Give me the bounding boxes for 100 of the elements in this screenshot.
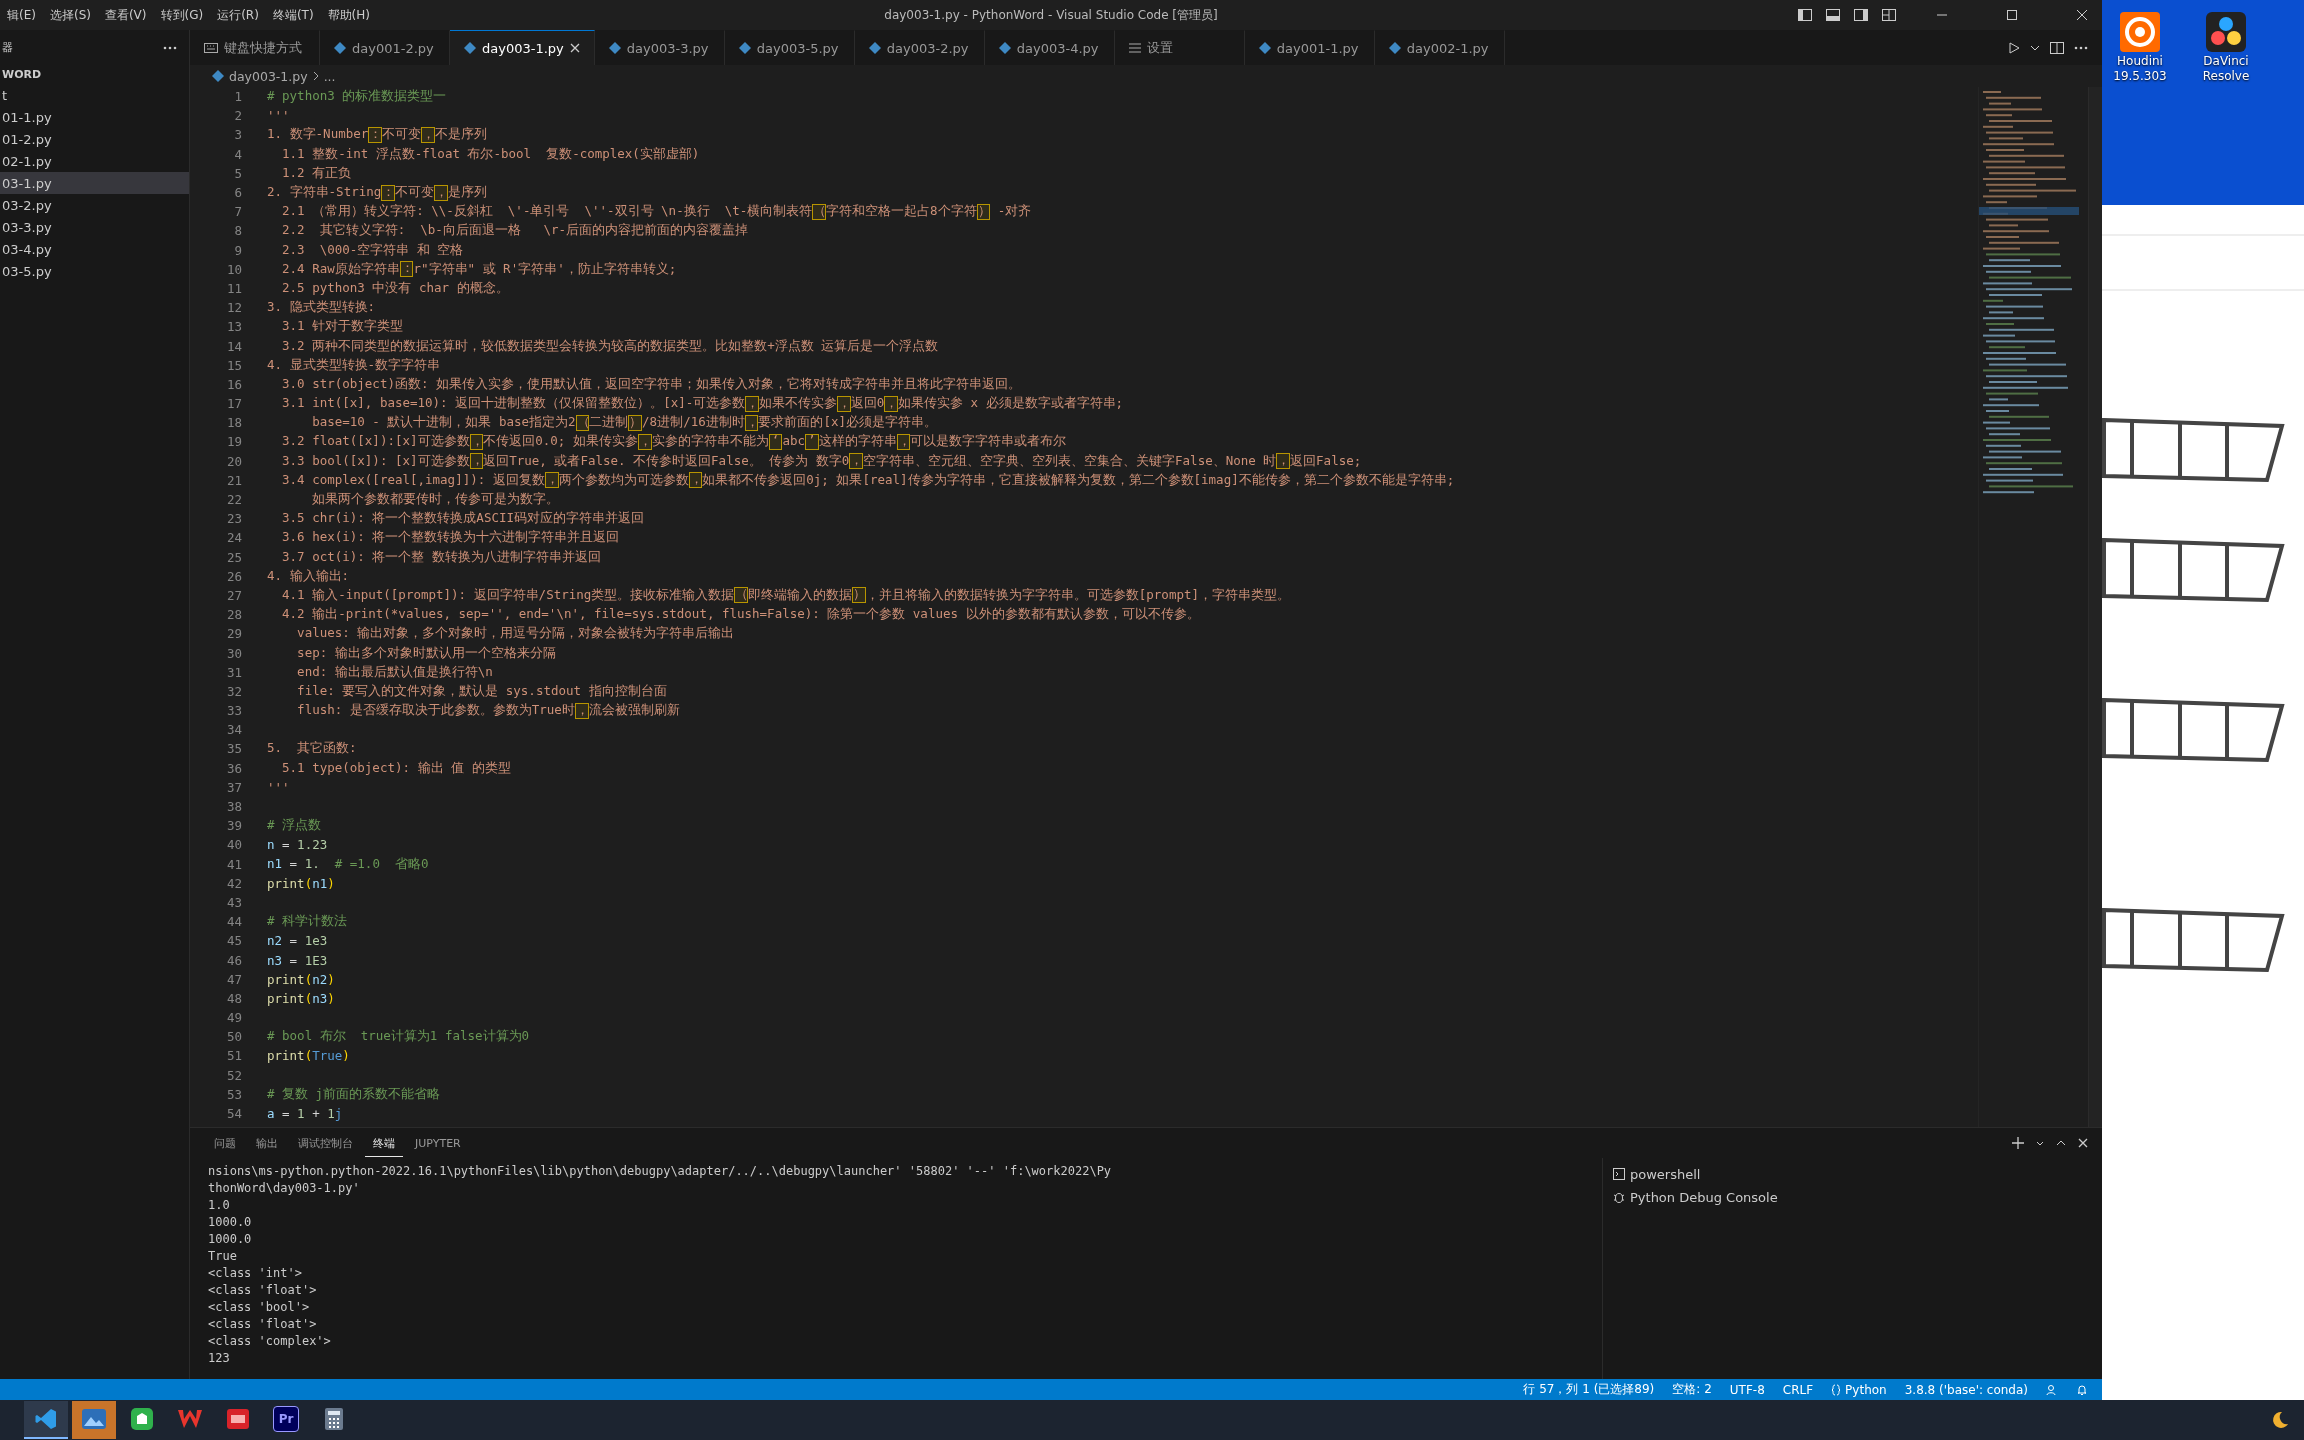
- code-line: # python3 的标准数据类型一: [267, 88, 447, 106]
- menu-item[interactable]: 辑(E): [0, 6, 43, 24]
- menu-item[interactable]: 帮助(H): [320, 6, 377, 24]
- moon-icon[interactable]: [2270, 1410, 2290, 1430]
- panel-tab[interactable]: 输出: [248, 1129, 286, 1157]
- line-number: 13: [225, 319, 242, 335]
- line-number: 1: [233, 89, 242, 105]
- line-number: 48: [225, 990, 242, 1006]
- keyboard-icon: [204, 43, 218, 53]
- line-number: 5: [233, 165, 242, 181]
- menu-item[interactable]: 查看(V): [97, 6, 154, 24]
- close-icon[interactable]: [569, 43, 580, 53]
- file-item[interactable]: 03-2.py: [0, 194, 189, 216]
- status-item[interactable]: 空格: 2: [1672, 1381, 1712, 1398]
- code-line: 3.4 complex([real[,imag]]): 返回复数，两个参数均为可选参数，如果都不传参返回0j; 如果[real]传参为字符串，它直接被解释为复数，第二个参数[imag]不能传参，第二个参数不能是字符串;: [281, 471, 1455, 489]
- panel-tab[interactable]: 问题: [206, 1129, 244, 1157]
- status-item[interactable]: CRLF: [1782, 1382, 1814, 1397]
- code-line: 1.1 整数-int 浮点数-float 布尔-bool 复数-complex(实部虚部): [281, 145, 700, 163]
- terminal-line: True: [208, 1249, 238, 1265]
- terminal-line: thonWord\day003-1.py': [208, 1181, 361, 1197]
- line-number: 29: [225, 626, 242, 642]
- code-line: end: 输出最后默认值是换行符\n: [296, 663, 493, 681]
- code-line: # 科学计数法: [267, 913, 348, 931]
- line-number: 45: [225, 933, 242, 949]
- chevron-down-icon[interactable]: [2030, 44, 2040, 51]
- line-number: 17: [225, 396, 242, 412]
- layout-icon[interactable]: [1882, 9, 1896, 21]
- line-number: 44: [225, 914, 242, 930]
- plus-icon[interactable]: [2012, 1137, 2024, 1149]
- code-line: 4.1 输入-input([prompt]): 返回字符串/String类型。接收标准输入数据（即终端输入的数据），并且将输入的数据转换为字字符串。可选参数[prompt]，字符串类型。: [281, 586, 1290, 604]
- panel-tab[interactable]: 终端: [365, 1129, 403, 1157]
- panel-toggle-icon[interactable]: [1826, 9, 1840, 21]
- file-item[interactable]: 03-4.py: [0, 238, 189, 260]
- calculator-icon: [324, 1407, 344, 1431]
- close-icon[interactable]: [2078, 1138, 2088, 1148]
- panel-tab[interactable]: JUPYTER: [407, 1130, 469, 1156]
- line-number: 24: [225, 530, 242, 546]
- person-icon[interactable]: [2046, 1383, 2058, 1396]
- chevron-up-icon[interactable]: [2056, 1140, 2066, 1146]
- code-line: print(n3): [267, 990, 335, 1006]
- more-icon[interactable]: [163, 45, 177, 50]
- code-line: 2.4 Raw原始字符串：r"字符串" 或 R'字符串'，防止字符串转义;: [281, 260, 677, 278]
- line-number: 31: [225, 664, 242, 680]
- code-line: # 复数 j前面的系数不能省略: [267, 1085, 441, 1103]
- desktop-icon-label[interactable]: Houdini 19.5.303: [2113, 54, 2167, 84]
- code-line: 3. 隐式类型转换:: [267, 299, 376, 317]
- terminal-item[interactable]: Python Debug Console: [1613, 1187, 2092, 1207]
- code-line: a = 1 + 1j: [267, 1106, 343, 1122]
- play-icon[interactable]: [2008, 41, 2020, 54]
- folder-title[interactable]: WORD: [0, 65, 189, 84]
- code-line: 3.3 bool([x]): [x]可选参数，返回True, 或者False. 不传参时返回False。 传参为 数字0，空字符串、空元组、空字典、空列表、空集合、关键字False、None 时，返回False;: [281, 452, 1362, 470]
- more-icon[interactable]: [2074, 45, 2088, 50]
- breadcrumb-file[interactable]: day003-1.py: [229, 68, 308, 84]
- line-number: 23: [225, 511, 242, 527]
- terminal-item[interactable]: powershell: [1613, 1164, 2092, 1184]
- file-item[interactable]: 01-1.py: [0, 106, 189, 128]
- split-editor-icon[interactable]: [2050, 41, 2064, 54]
- braces-icon: [1831, 1383, 1842, 1396]
- status-item[interactable]: UTF-8: [1729, 1382, 1765, 1397]
- line-number: 22: [225, 492, 242, 508]
- code-line: 3.7 oct(i): 将一个整 数转换为八进制字符串并返回: [281, 548, 601, 566]
- python-file-icon: [1258, 42, 1271, 54]
- editor-tab[interactable]: day003-1.py: [450, 30, 595, 65]
- file-item[interactable]: 03-3.py: [0, 216, 189, 238]
- maximize-icon[interactable]: [2006, 9, 2018, 21]
- breadcrumb-item[interactable]: ...: [323, 68, 336, 84]
- line-number: 38: [225, 799, 242, 815]
- code-line: flush: 是否缓存取决于此参数。参数为True时，流会被强制刷新: [296, 702, 680, 720]
- status-item[interactable]: 3.8.8 ('base': conda): [1904, 1382, 2028, 1397]
- file-item[interactable]: t: [0, 84, 189, 106]
- python-file-icon: [212, 70, 224, 82]
- code-line: 3.0 str(object)函数: 如果传入实参，使用默认值，返回空字符串；如果传入对象，它将对转成字符串并且将此字符串返回。: [281, 375, 1021, 393]
- menu-item[interactable]: 选择(S): [42, 6, 98, 24]
- file-item[interactable]: 03-1.py: [0, 172, 189, 194]
- code-line: 1. 数字-Number：不可变，不是序列: [267, 126, 487, 144]
- file-item[interactable]: 02-1.py: [0, 150, 189, 172]
- menu-item[interactable]: 转到(G): [153, 6, 211, 24]
- sidebar-toggle-icon[interactable]: [1854, 9, 1868, 21]
- close-icon[interactable]: [2076, 9, 2088, 21]
- taskbar-app[interactable]: Pr: [264, 1401, 308, 1439]
- sidebar-toggle-icon[interactable]: [1798, 9, 1812, 21]
- desktop-icon-label[interactable]: DaVinci Resolve: [2202, 54, 2250, 84]
- chevron-down-icon[interactable]: [2036, 1140, 2044, 1146]
- line-number: 35: [225, 741, 242, 757]
- terminal-line: nsions\ms-python.python-2022.16.1\pythonFiles\lib\python\debugpy\adapter/../..\debugpy\launcher' '58802' '--' 'f:\work2022\Py: [208, 1164, 1113, 1180]
- file-item[interactable]: 03-5.py: [0, 260, 189, 282]
- bell-icon[interactable]: [2076, 1383, 2088, 1396]
- file-item[interactable]: 01-2.py: [0, 128, 189, 150]
- code-line: 4.2 输出-print(*values, sep='', end='\n', file=sys.stdout, flush=False): 除第一个参数 values 以外的参数都有默认参数，可以不传参。: [281, 606, 1200, 624]
- status-item[interactable]: 行 57，列 1 (已选择89): [1523, 1381, 1655, 1398]
- line-number: 34: [225, 722, 242, 738]
- menu-item[interactable]: 终端(T): [265, 6, 321, 24]
- panel-tab[interactable]: 调试控制台: [290, 1129, 361, 1157]
- code-line: 3.2 两种不同类型的数据运算时，较低数据类型会转换为较高的数据类型。比如整数+浮点数 运算后是一个浮点数: [281, 337, 939, 355]
- line-number: 15: [225, 357, 242, 373]
- menu-item[interactable]: 运行(R): [210, 6, 266, 24]
- terminal-line: 123: [208, 1351, 231, 1367]
- python-file-icon: [334, 42, 346, 54]
- scrollbar[interactable]: [2088, 87, 2102, 1127]
- status-item[interactable]: Python: [1831, 1382, 1887, 1397]
